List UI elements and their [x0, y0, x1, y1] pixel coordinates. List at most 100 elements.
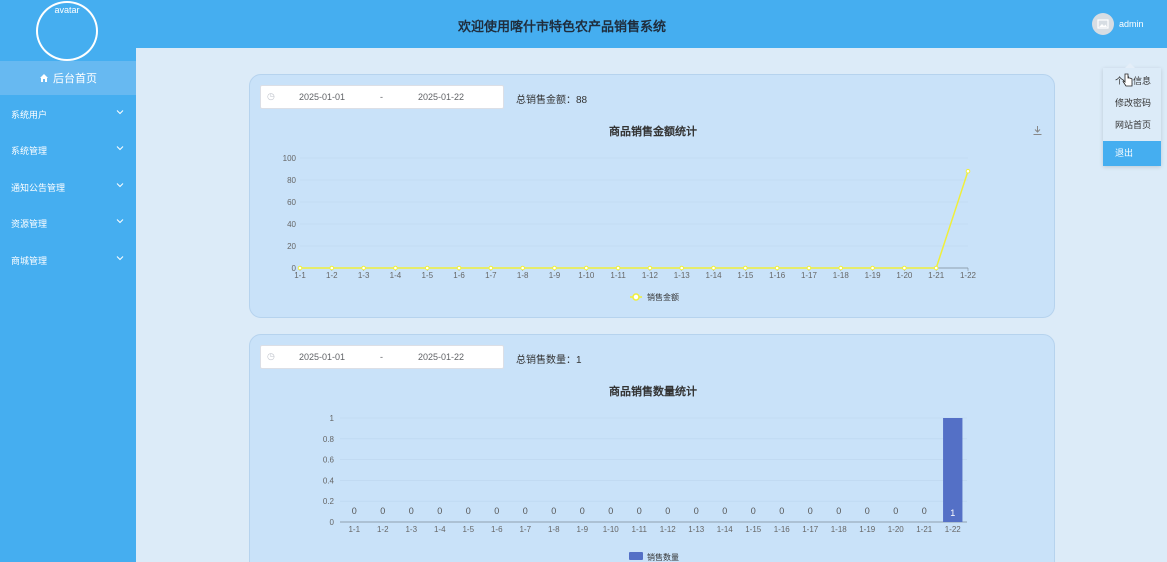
data-point	[583, 265, 589, 271]
data-label: 0	[779, 506, 784, 516]
data-point	[615, 265, 621, 271]
x-tick-label: 1-17	[802, 525, 819, 534]
legend-marker	[632, 293, 640, 301]
data-label: 0	[865, 506, 870, 516]
sidebar-item-mall-management[interactable]: 商城管理	[0, 242, 136, 278]
data-point	[552, 265, 557, 271]
data-label: 0	[551, 506, 556, 516]
home-icon	[40, 74, 48, 82]
x-tick-label: 1-6	[453, 271, 465, 280]
x-tick-label: 1-12	[660, 525, 677, 534]
x-tick-label: 1-17	[801, 271, 818, 280]
sidebar: avatar 后台首页 系统用户 系统管理 通知公告管理 资源管理 商城管理	[0, 0, 136, 562]
sales-amount-line-chart: 0204060801001-1 1-2 1-3 1-4 1-5 1-6 1-7 1-8 1-9 1…	[283, 154, 977, 302]
sidebar-item-notice-management[interactable]: 通知公告管理	[0, 169, 136, 205]
page-title: 欢迎使用喀什市特色农产品销售系统	[458, 19, 667, 34]
data-label: 0	[836, 506, 841, 516]
data-label: 0	[808, 506, 813, 516]
sidebar-item-label: 资源管理	[11, 218, 48, 229]
data-point	[870, 265, 875, 271]
x-tick-label: 1-7	[485, 271, 497, 280]
x-tick-label: 1-15	[745, 525, 762, 534]
y-tick-label: 1	[330, 414, 335, 423]
data-point	[774, 265, 780, 271]
data-point	[361, 265, 366, 271]
chevron-down-icon	[116, 183, 124, 188]
sidebar-item-label: 系统用户	[11, 109, 48, 120]
data-point	[679, 265, 685, 271]
x-tick-label: 1-9	[549, 271, 561, 280]
y-tick-label: 40	[287, 220, 296, 229]
y-tick-label: 0.4	[323, 476, 335, 485]
image-icon	[1097, 19, 1109, 29]
data-point	[806, 265, 812, 271]
cursor-hand-icon	[1122, 73, 1133, 87]
x-tick-label: 1-12	[642, 271, 659, 280]
data-point	[456, 265, 462, 271]
x-tick-label: 1-11	[610, 271, 626, 280]
x-tick-label: 1-6	[491, 525, 503, 534]
x-tick-label: 1-4	[434, 525, 446, 534]
x-tick-label: 1-8	[517, 271, 529, 280]
x-tick-label: 1-13	[688, 525, 705, 534]
data-label: 0	[380, 506, 385, 516]
data-label: 0	[637, 506, 642, 516]
x-tick-label: 1-10	[603, 525, 620, 534]
x-tick-label: 1-7	[519, 525, 531, 534]
y-tick-label: 20	[287, 242, 296, 251]
avatar-text: avatar	[54, 5, 80, 15]
x-tick-label: 1-20	[896, 271, 913, 280]
data-label: 0	[694, 506, 699, 516]
data-point	[711, 265, 716, 271]
user-avatar[interactable]	[1092, 13, 1114, 35]
x-tick-label: 1-13	[674, 271, 691, 280]
data-point	[488, 265, 494, 271]
x-tick-label: 1-9	[576, 525, 588, 534]
data-label: 0	[665, 506, 670, 516]
x-tick-label: 1-21	[928, 271, 945, 280]
y-tick-label: 0.8	[323, 435, 335, 444]
x-tick-label: 1-16	[769, 271, 786, 280]
bar	[943, 418, 963, 522]
data-point	[647, 265, 653, 271]
sidebar-item-label: 系统管理	[11, 145, 48, 156]
x-tick-label: 1-1	[294, 271, 306, 280]
sidebar-item-home[interactable]: 后台首页	[0, 61, 136, 95]
x-tick-label: 1-3	[358, 271, 370, 280]
sidebar-item-label: 后台首页	[53, 73, 97, 85]
data-point	[838, 265, 844, 271]
x-tick-label: 1-8	[548, 525, 560, 534]
data-label: 0	[722, 506, 727, 516]
sidebar-item-system-users[interactable]: 系统用户	[0, 96, 136, 132]
chevron-down-icon	[116, 219, 124, 224]
x-tick-label: 1-1	[348, 525, 360, 534]
x-tick-label: 1-2	[377, 525, 389, 534]
menu-item-change-password[interactable]: 修改密码	[1103, 92, 1161, 114]
data-label: 0	[494, 506, 499, 516]
menu-item-website-home[interactable]: 网站首页	[1103, 114, 1161, 136]
data-point	[393, 265, 398, 271]
y-tick-label: 60	[287, 198, 296, 207]
user-name[interactable]: admin	[1119, 19, 1144, 29]
menu-item-logout[interactable]: 退出	[1103, 141, 1161, 166]
series-line	[300, 170, 969, 269]
y-tick-label: 0.6	[323, 456, 335, 465]
x-tick-label: 1-10	[578, 271, 595, 280]
x-tick-label: 1-21	[916, 525, 933, 534]
x-tick-label: 1-5	[462, 525, 474, 534]
data-label: 0	[751, 506, 756, 516]
sidebar-item-system-management[interactable]: 系统管理	[0, 132, 136, 168]
x-tick-label: 1-14	[706, 271, 723, 280]
data-label: 0	[893, 506, 898, 516]
x-tick-label: 1-22	[960, 271, 977, 280]
sidebar-item-resource-management[interactable]: 资源管理	[0, 205, 136, 241]
chevron-down-icon	[116, 146, 124, 151]
data-point	[902, 265, 907, 271]
data-point	[520, 265, 525, 271]
x-tick-label: 1-16	[774, 525, 791, 534]
x-tick-label: 1-18	[831, 525, 848, 534]
header: 欢迎使用喀什市特色农产品销售系统 admin	[136, 0, 1167, 48]
avatar[interactable]: avatar	[36, 1, 98, 61]
dropdown-arrow	[1125, 63, 1135, 68]
data-point	[297, 265, 303, 271]
